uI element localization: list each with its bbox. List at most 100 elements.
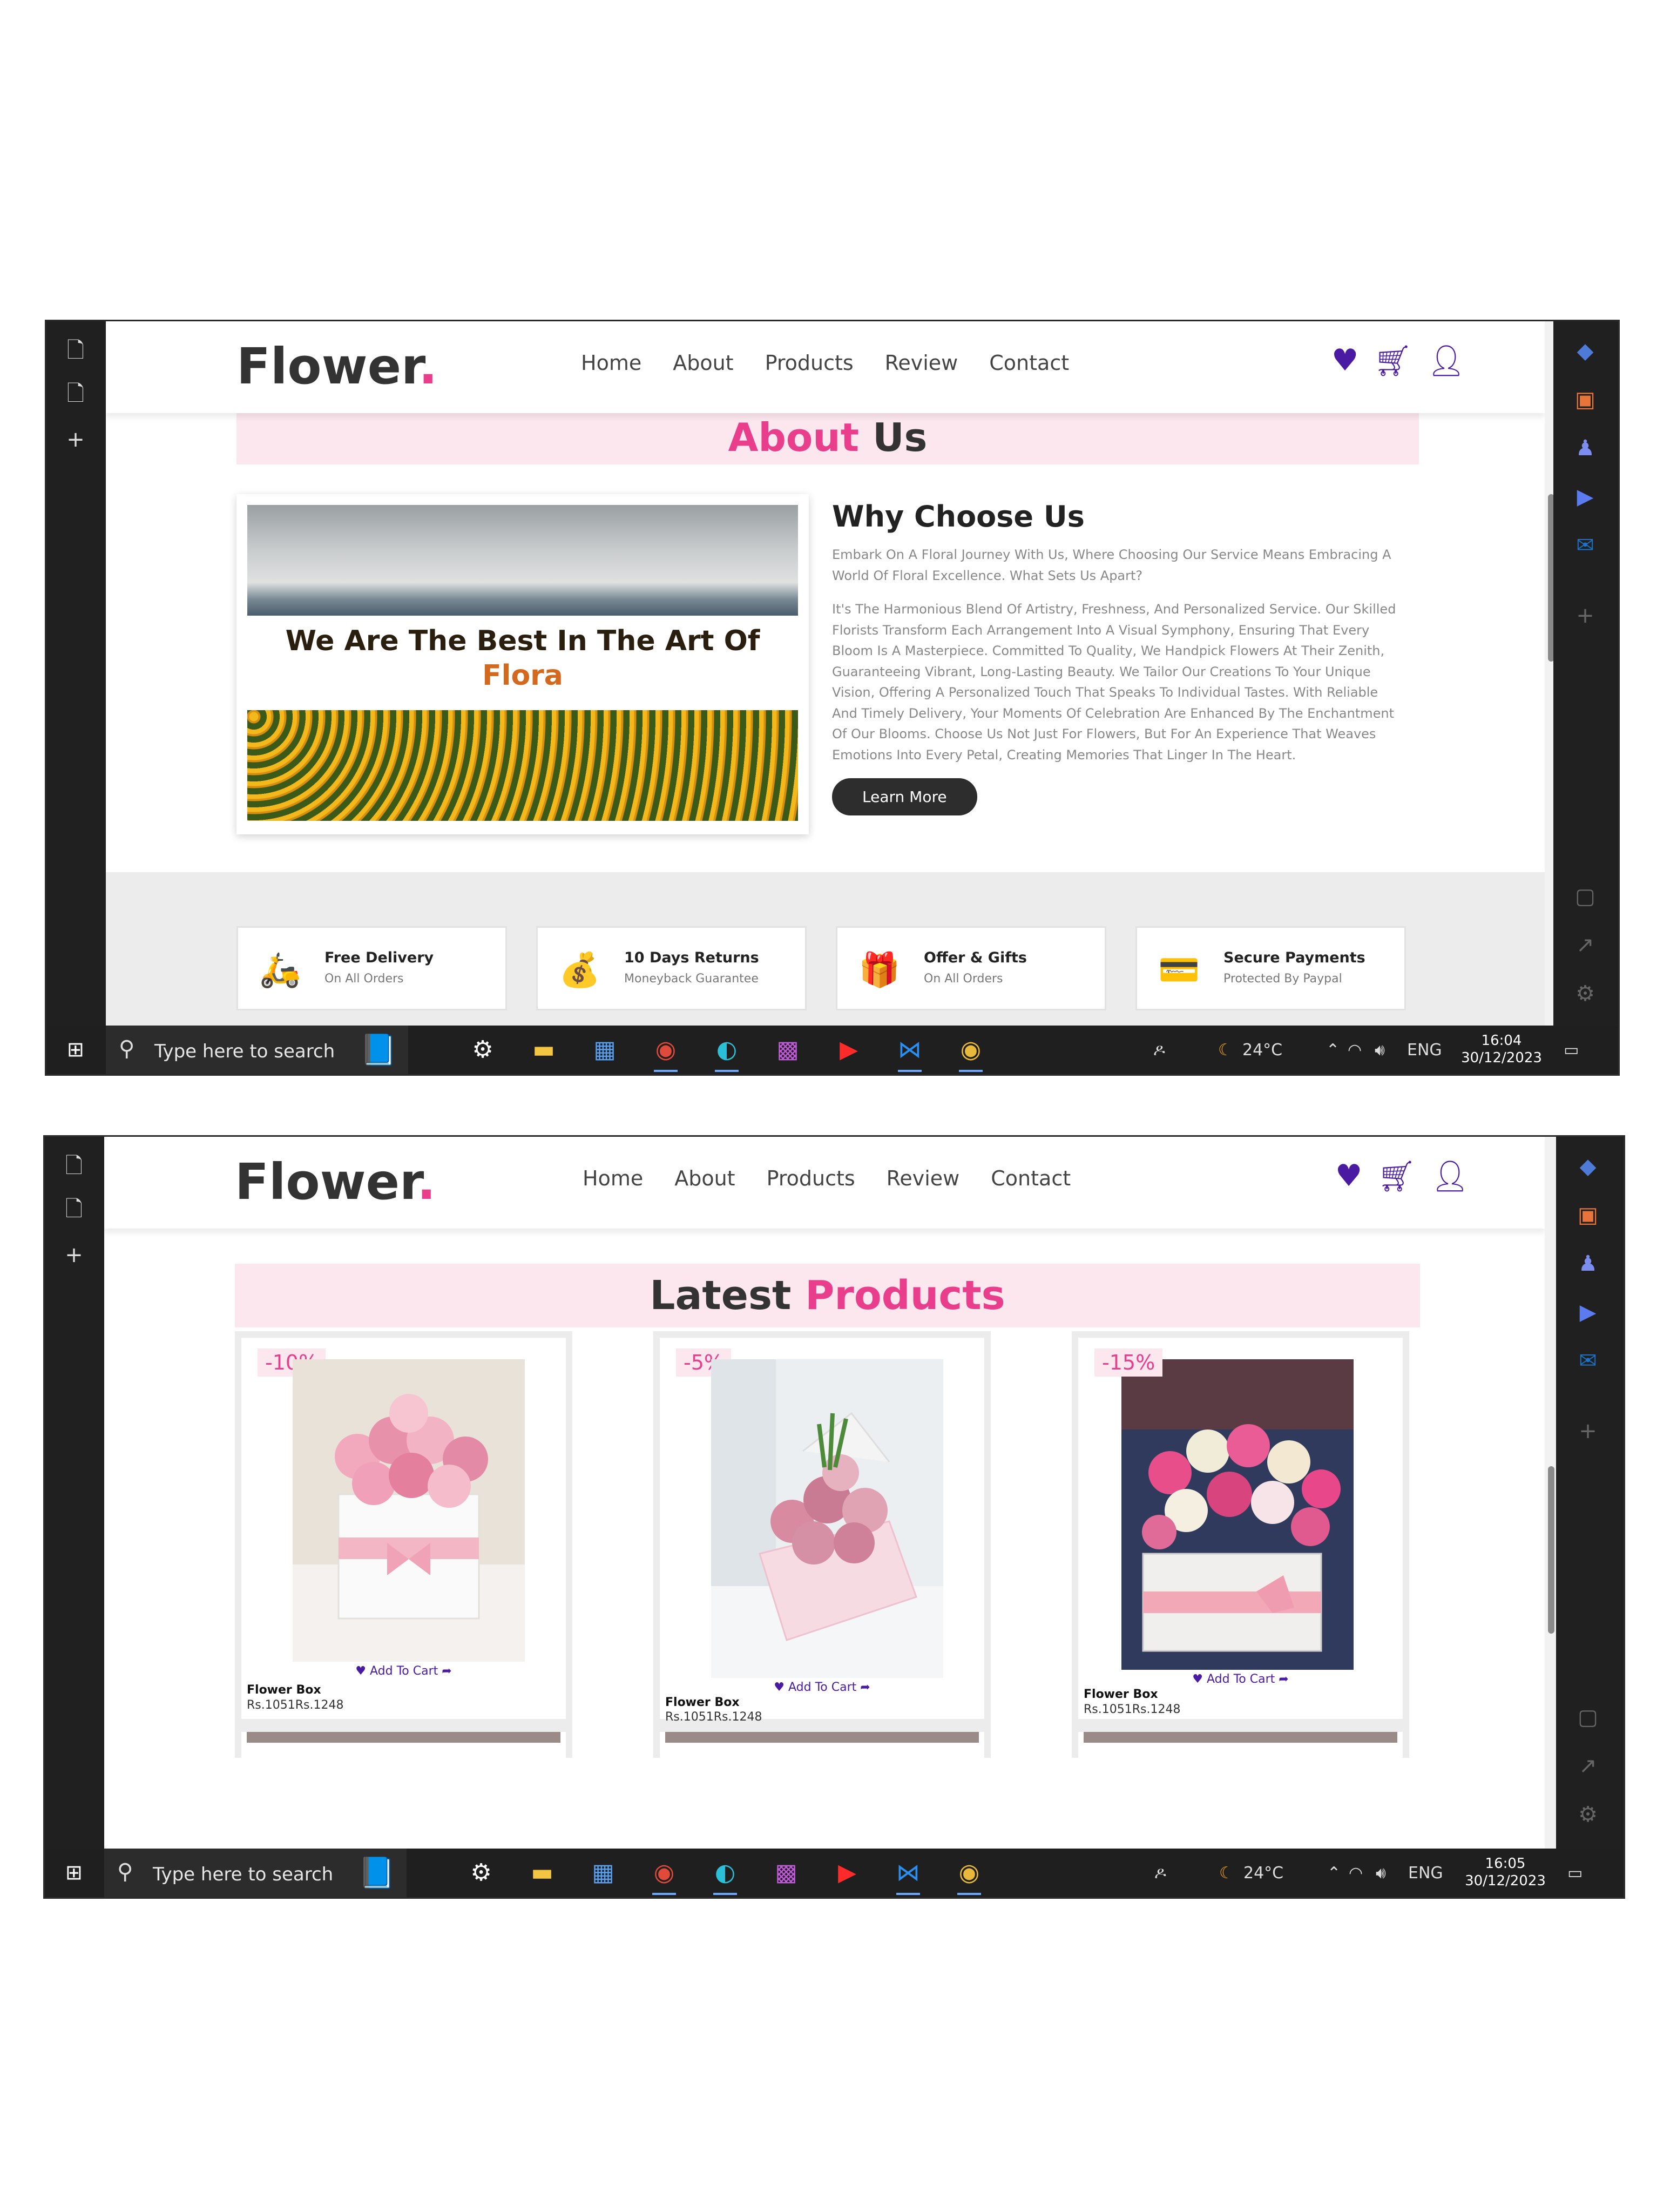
- heart-icon[interactable]: ♥: [1331, 343, 1358, 379]
- chrome-alt-icon[interactable]: ◉: [954, 1859, 984, 1895]
- product-card-partial: [1072, 1725, 1409, 1758]
- product-image[interactable]: [1121, 1359, 1354, 1670]
- user-icon[interactable]: 👤︎: [1427, 343, 1465, 379]
- chrome-alt-icon[interactable]: ◉: [956, 1036, 986, 1072]
- panel-icon[interactable]: ▢: [1574, 1704, 1601, 1731]
- features-strip: 🛵 Free Delivery On All Orders 💰 10 Days …: [106, 872, 1545, 1029]
- why-heading: Why Choose Us: [832, 500, 1085, 534]
- nav-about[interactable]: About: [673, 351, 733, 375]
- tag-icon[interactable]: ◆: [1572, 338, 1599, 365]
- tray-chevron-icon[interactable]: ⌃: [1326, 1041, 1340, 1060]
- document-icon[interactable]: 🗋: [61, 1196, 87, 1222]
- taskbar-search[interactable]: ⚲ Type here to search 📘: [106, 1026, 408, 1074]
- windows-start-icon[interactable]: ⊞: [65, 1862, 87, 1883]
- settings-icon[interactable]: ⚙: [1572, 980, 1599, 1007]
- user-icon[interactable]: 👤︎: [1431, 1158, 1469, 1194]
- volume-icon[interactable]: 🔊︎: [1375, 1041, 1385, 1060]
- file-explorer-icon[interactable]: ▬: [529, 1036, 559, 1063]
- document-icon[interactable]: 🗋: [63, 381, 89, 407]
- chrome-icon[interactable]: ◉: [651, 1036, 681, 1072]
- network-icon[interactable]: ◠: [1349, 1864, 1363, 1883]
- scrollbar-thumb[interactable]: [1548, 1466, 1554, 1634]
- weather-temp[interactable]: 24°C: [1242, 1041, 1282, 1060]
- jetbrains-icon[interactable]: ▩: [773, 1036, 803, 1063]
- edge-icon[interactable]: ◐: [712, 1036, 742, 1072]
- nav-review[interactable]: Review: [885, 351, 958, 375]
- outlook-icon[interactable]: ✉: [1574, 1347, 1601, 1374]
- people-tray-icon[interactable]: ዶ: [1154, 1864, 1166, 1883]
- vscode-icon[interactable]: ⋈: [895, 1036, 925, 1072]
- document-icon[interactable]: 🗋: [61, 1153, 87, 1179]
- weather-icon[interactable]: ☾: [1218, 1041, 1233, 1060]
- site-logo[interactable]: Flower.: [235, 1153, 436, 1211]
- panel-icon[interactable]: ▢: [1572, 883, 1599, 910]
- people-icon[interactable]: ♟: [1574, 1250, 1601, 1277]
- add-icon[interactable]: +: [1574, 1418, 1601, 1445]
- learn-more-button[interactable]: Learn More: [832, 778, 977, 815]
- weather-icon[interactable]: ☾: [1219, 1864, 1234, 1883]
- add-to-cart-button[interactable]: ♥ Add To Cart ➦: [241, 1664, 566, 1678]
- network-icon[interactable]: ◠: [1348, 1041, 1362, 1060]
- screenshot-products: 🗋 🗋 + Flower. Home About Products Review…: [43, 1135, 1625, 1899]
- heart-icon[interactable]: ♥: [1335, 1158, 1362, 1194]
- copilot-icon[interactable]: ▶: [1574, 1299, 1601, 1326]
- youtube-icon[interactable]: ▶: [832, 1859, 862, 1886]
- outlook-icon[interactable]: ✉: [1572, 532, 1599, 559]
- clock[interactable]: 16:04 30/12/2023: [1456, 1032, 1547, 1067]
- nav-review[interactable]: Review: [887, 1166, 960, 1190]
- site-logo[interactable]: Flower.: [236, 338, 437, 395]
- why-choose-us: Why Choose Us Embark On A Floral Journey…: [832, 500, 1404, 815]
- feature-returns: 💰 10 Days Returns Moneyback Guarantee: [536, 926, 807, 1010]
- store-icon[interactable]: ▦: [590, 1036, 620, 1063]
- external-link-icon[interactable]: ↗: [1572, 932, 1599, 959]
- chrome-icon[interactable]: ◉: [649, 1859, 679, 1895]
- product-image[interactable]: [293, 1359, 525, 1662]
- people-tray-icon[interactable]: ዶ: [1153, 1041, 1165, 1060]
- product-card: -10% ♥ Add To Cart ➦ Flower Box Rs.1051R…: [235, 1331, 572, 1725]
- store-icon[interactable]: ▦: [588, 1859, 618, 1886]
- returns-icon: 💰: [559, 950, 601, 989]
- clock[interactable]: 16:05 30/12/2023: [1459, 1855, 1551, 1890]
- tag-icon[interactable]: ◆: [1574, 1153, 1601, 1180]
- nav-products[interactable]: Products: [765, 351, 854, 375]
- add-icon[interactable]: +: [1572, 602, 1599, 629]
- add-to-cart-button[interactable]: ♥ Add To Cart ➦: [1078, 1673, 1403, 1686]
- external-link-icon[interactable]: ↗: [1574, 1752, 1601, 1779]
- notification-icon[interactable]: ▭: [1567, 1864, 1583, 1883]
- nav-contact[interactable]: Contact: [989, 351, 1069, 375]
- nav-home[interactable]: Home: [583, 1166, 643, 1190]
- toolbox-icon[interactable]: ▣: [1572, 386, 1599, 413]
- nav-contact[interactable]: Contact: [991, 1166, 1071, 1190]
- document-icon[interactable]: 🗋: [63, 338, 89, 363]
- language-indicator[interactable]: ENG: [1408, 1864, 1443, 1883]
- people-icon[interactable]: ♟: [1572, 435, 1599, 462]
- file-explorer-icon[interactable]: ▬: [527, 1859, 557, 1886]
- add-tab-icon[interactable]: +: [63, 427, 89, 453]
- youtube-icon[interactable]: ▶: [834, 1036, 864, 1063]
- toolbox-icon[interactable]: ▣: [1574, 1202, 1601, 1229]
- nav-about[interactable]: About: [674, 1166, 735, 1190]
- vscode-icon[interactable]: ⋈: [893, 1859, 923, 1895]
- nav-home[interactable]: Home: [581, 351, 641, 375]
- jetbrains-icon[interactable]: ▩: [771, 1859, 801, 1886]
- settings-icon[interactable]: ⚙: [468, 1036, 498, 1063]
- nav-products[interactable]: Products: [767, 1166, 855, 1190]
- edge-icon[interactable]: ◐: [710, 1859, 740, 1895]
- add-to-cart-button[interactable]: ♥ Add To Cart ➦: [660, 1681, 984, 1694]
- cart-icon[interactable]: 🛒︎: [1377, 1158, 1416, 1194]
- notification-icon[interactable]: ▭: [1564, 1041, 1579, 1060]
- volume-icon[interactable]: 🔊︎: [1376, 1864, 1386, 1883]
- tray-chevron-icon[interactable]: ⌃: [1327, 1864, 1341, 1883]
- windows-start-icon[interactable]: ⊞: [67, 1038, 89, 1060]
- cart-icon[interactable]: 🛒︎: [1374, 343, 1412, 379]
- taskbar-search[interactable]: ⚲ Type here to search 📘: [104, 1849, 407, 1897]
- product-card-partial: [235, 1725, 572, 1758]
- settings-icon[interactable]: ⚙: [466, 1859, 496, 1886]
- copilot-icon[interactable]: ▶: [1572, 483, 1599, 510]
- weather-temp[interactable]: 24°C: [1243, 1864, 1283, 1883]
- language-indicator[interactable]: ENG: [1407, 1041, 1442, 1060]
- product-image[interactable]: [711, 1359, 943, 1678]
- settings-icon[interactable]: ⚙: [1574, 1801, 1601, 1828]
- header-icons: ♥ 🛒︎ 👤︎: [1331, 343, 1465, 379]
- add-tab-icon[interactable]: +: [61, 1242, 87, 1268]
